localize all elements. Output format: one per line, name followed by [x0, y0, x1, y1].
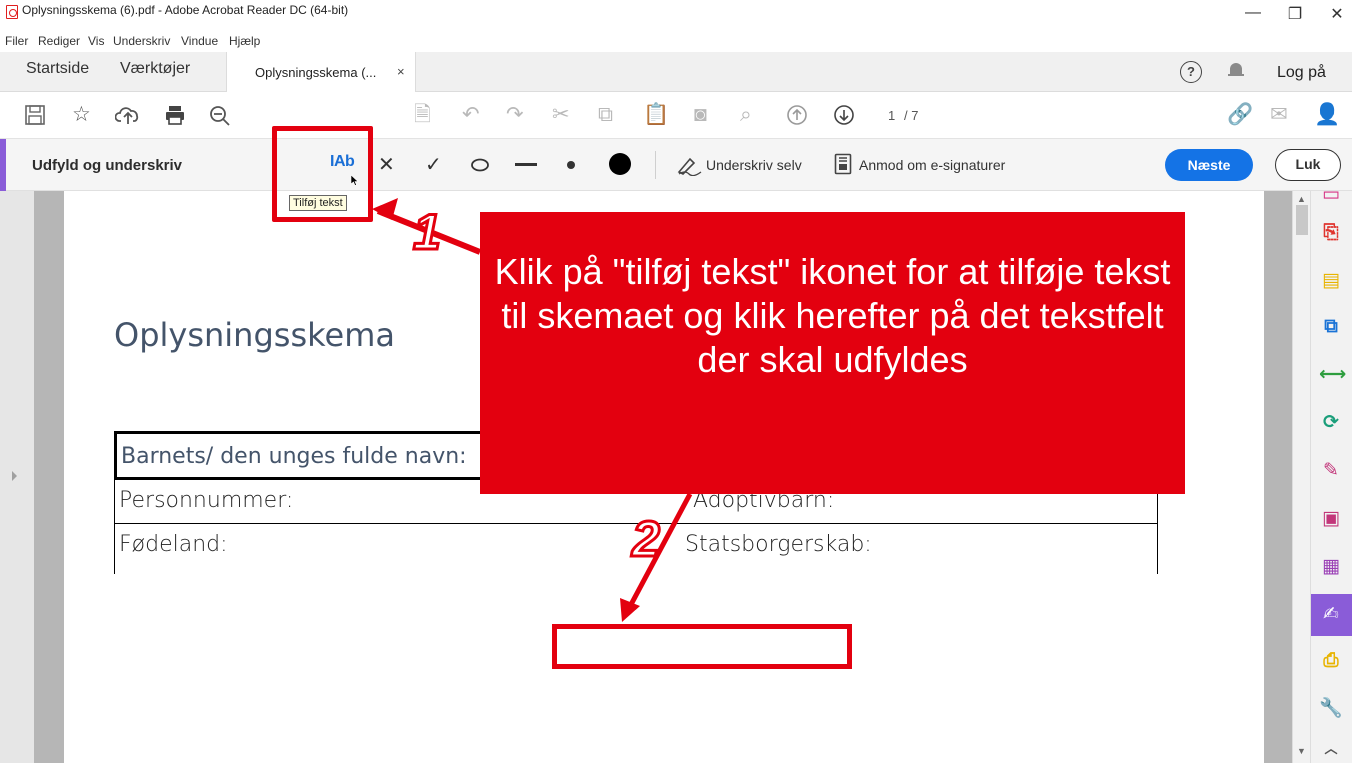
title-bar: Oplysningsskema (6).pdf - Adobe Acrobat … [0, 0, 1352, 34]
close-fillsign-button[interactable]: Luk [1275, 149, 1341, 181]
edit-pdf-icon[interactable]: ✎ [1319, 459, 1343, 483]
birthcountry-label: Fødeland: [119, 532, 228, 557]
step-number-1: 1 [412, 203, 443, 262]
request-signature-icon[interactable] [834, 153, 852, 175]
cross-mark-icon[interactable]: ✕ [378, 152, 395, 177]
scroll-up-icon[interactable]: ▲ [1297, 194, 1306, 204]
collapse-panel-icon[interactable]: ︿ [1319, 737, 1343, 761]
send-review-icon[interactable]: ⎙ [1319, 649, 1343, 673]
large-dot-icon[interactable] [608, 152, 632, 176]
star-icon[interactable]: ☆ [72, 104, 91, 126]
organize-pages-icon[interactable]: ▭ [1319, 183, 1343, 207]
redo-icon: ↷ [506, 103, 524, 126]
menu-underskriv[interactable]: Underskriv [113, 34, 170, 48]
line-icon[interactable] [515, 163, 537, 167]
small-dot-icon[interactable] [566, 160, 576, 170]
next-button[interactable]: Næste [1165, 149, 1253, 181]
scroll-down-icon[interactable]: ▼ [1297, 746, 1306, 756]
name-label: Barnets/ den unges fulde navn: [121, 444, 467, 469]
snapshot-icon: ◙ [694, 103, 707, 126]
highlight-add-text [272, 126, 373, 222]
window-title: Oplysningsskema (6).pdf - Adobe Acrobat … [22, 3, 349, 17]
cut-icon: ✂ [552, 103, 570, 126]
menu-rediger[interactable]: Rediger [38, 34, 80, 48]
add-user-icon: 👤 [1314, 103, 1341, 126]
menu-vindue[interactable]: Vindue [181, 34, 218, 48]
step-number-2: 2 [631, 510, 662, 569]
menu-bar: Filer Rediger Vis Underskriv Vindue Hjæl… [0, 34, 1352, 50]
print-icon[interactable] [164, 104, 186, 126]
find-icon: ⌕ [740, 103, 752, 126]
ellipse-icon[interactable] [470, 158, 490, 172]
instruction-callout: Klik på "tilføj tekst" ikonet for at til… [480, 212, 1185, 494]
tab-bar: Startside Værktøjer Oplysningsskema (...… [0, 52, 1352, 92]
share-link-icon: 🔗 [1227, 103, 1254, 126]
instruction-text: Klik på "tilføj tekst" ikonet for at til… [494, 251, 1171, 380]
next-page-icon[interactable] [833, 104, 855, 126]
zoom-out-icon[interactable] [208, 104, 232, 126]
main-toolbar: ☆ 🗎 ↶ ↷ ✂ ⧉ 📋 ◙ ⌕ 1 / 7 🔗 ✉ 👤 [0, 92, 1352, 139]
fill-sign-title: Udfyld og underskriv [32, 157, 183, 174]
more-tools-icon[interactable]: 🔧 [1319, 697, 1343, 721]
prepare-form-icon[interactable]: ▦ [1319, 555, 1343, 579]
acrobat-icon [6, 5, 18, 19]
fill-sign-toolbar: Udfyld og underskriv IAb ✕ ✓ Underskriv … [0, 139, 1352, 191]
tab-document-label: Oplysningsskema (... [255, 65, 377, 80]
menu-vis[interactable]: Vis [88, 34, 104, 48]
tab-document[interactable]: Oplysningsskema (... × [226, 52, 416, 92]
tab-startside[interactable]: Startside [26, 60, 89, 78]
close-window-button[interactable]: ✕ [1322, 4, 1352, 24]
sign-self-button[interactable]: Underskriv selv [706, 157, 802, 173]
scroll-thumb[interactable] [1296, 205, 1308, 235]
bell-icon[interactable] [1228, 61, 1244, 79]
tab-close-icon[interactable]: × [397, 64, 405, 79]
toolbar-divider [655, 151, 656, 179]
help-icon[interactable]: ? [1180, 61, 1202, 83]
citizenship-label: Statsborgerskab: [685, 532, 872, 557]
paste-icon: 📋 [643, 103, 670, 126]
menu-hjaelp[interactable]: Hjælp [229, 34, 260, 48]
fill-sign-icon[interactable]: ✍ [1319, 603, 1343, 627]
export-pdf-panel-icon[interactable]: ⧉ [1319, 315, 1343, 339]
vertical-scrollbar[interactable]: ▲ ▼ [1292, 191, 1310, 763]
menu-filer[interactable]: Filer [5, 34, 28, 48]
highlight-name-field[interactable] [552, 624, 852, 669]
cloud-upload-icon[interactable] [115, 104, 141, 126]
scan-ocr-icon[interactable]: ⟳ [1319, 411, 1343, 435]
right-tools-panel: ▭ ⎘ ▤ ⧉ ⟷ ⟳ ✎ ▣ ▦ ✍ ⎙ 🔧 ︿ [1310, 184, 1352, 763]
prev-page-icon[interactable] [786, 104, 808, 126]
create-pdf-icon[interactable]: ⎘ [1319, 221, 1343, 245]
request-esign-button[interactable]: Anmod om e-signaturer [859, 157, 1005, 173]
sign-pen-icon[interactable] [676, 154, 704, 176]
export-pdf-icon: 🗎 [414, 103, 431, 126]
copy-icon: ⧉ [598, 103, 613, 126]
comment-icon[interactable]: ▤ [1319, 269, 1343, 293]
check-mark-icon[interactable]: ✓ [425, 152, 442, 177]
tab-vaerktoejer[interactable]: Værktøjer [120, 60, 190, 78]
accent-strip [0, 139, 6, 191]
login-link[interactable]: Log på [1277, 64, 1326, 82]
form-title: Oplysningsskema [114, 316, 395, 354]
restore-button[interactable]: ❐ [1280, 4, 1310, 24]
save-icon[interactable] [24, 104, 46, 126]
mail-icon: ✉ [1270, 103, 1288, 126]
cpr-label: Personnummer: [119, 488, 294, 513]
compare-icon[interactable]: ⟷ [1319, 363, 1346, 387]
undo-icon: ↶ [462, 103, 480, 126]
protect-icon[interactable]: ▣ [1319, 507, 1343, 531]
page-number-total: / 7 [904, 108, 919, 123]
page-number-current[interactable]: 1 [888, 108, 895, 123]
minimize-button[interactable]: — [1238, 4, 1268, 22]
expand-left-panel-icon[interactable] [12, 471, 17, 481]
left-panel-rail[interactable] [0, 191, 34, 763]
